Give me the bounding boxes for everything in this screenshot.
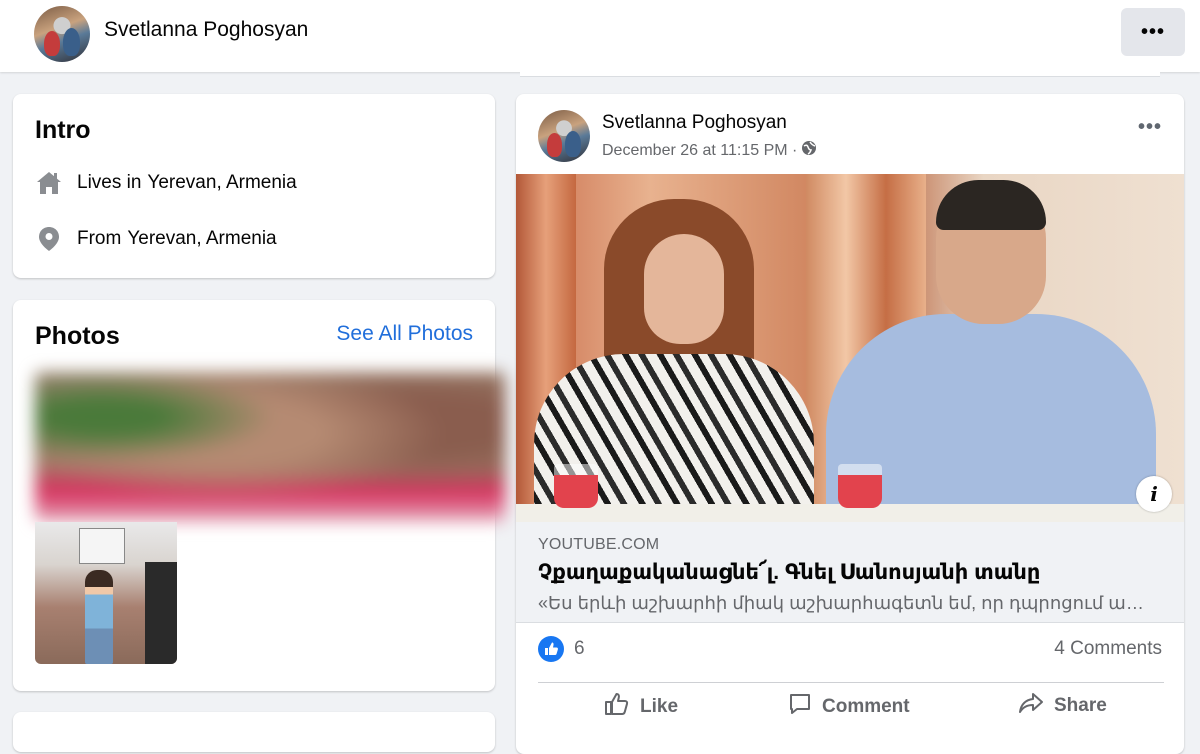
next-card: [13, 712, 495, 752]
share-button[interactable]: Share: [1018, 692, 1107, 720]
profile-name[interactable]: Svetlanna Poghosyan: [104, 18, 308, 42]
intro-from-label: From: [77, 228, 122, 249]
photos-card: Photos See All Photos: [13, 300, 505, 691]
profile-more-button[interactable]: •••: [1121, 8, 1185, 56]
intro-from-value[interactable]: Yerevan, Armenia: [127, 228, 276, 250]
comment-button[interactable]: Comment: [788, 692, 910, 722]
reaction-summary[interactable]: 6: [538, 636, 585, 662]
intro-title: Intro: [35, 116, 91, 144]
profile-avatar[interactable]: [34, 6, 90, 62]
location-pin-icon: [35, 225, 63, 253]
info-icon[interactable]: i: [1136, 476, 1172, 512]
photos-title: Photos: [35, 322, 120, 350]
link-domain: YOUTUBE.COM: [538, 536, 660, 553]
like-label: Like: [640, 696, 679, 717]
comment-bubble-icon: [788, 692, 812, 722]
like-reaction-icon: [538, 636, 564, 662]
home-icon: [35, 169, 63, 197]
intro-lives-label: Lives in: [77, 172, 142, 193]
reaction-count[interactable]: 6: [574, 638, 585, 660]
link-preview-image[interactable]: i: [516, 174, 1184, 522]
intro-from: From Yerevan, Armenia: [35, 224, 277, 254]
photo-thumbnail-blurred[interactable]: [35, 372, 505, 522]
post-more-button[interactable]: •••: [1138, 116, 1162, 139]
post-author-avatar[interactable]: [538, 110, 590, 162]
photo-thumbnail[interactable]: [35, 522, 177, 664]
feed-divider: [520, 72, 1160, 77]
comment-label: Comment: [822, 696, 910, 717]
intro-lives-value[interactable]: Yerevan, Armenia: [147, 172, 296, 194]
thumbs-up-icon: [604, 692, 630, 722]
link-description: «Ես երևի աշխարհի միակ աշխարհագետն եմ, որ…: [538, 593, 1148, 613]
link-title[interactable]: Չքաղաքականացնե՜լ. Գնել Սանոսյանի տանը: [538, 560, 1040, 585]
post-timestamp-text[interactable]: December 26 at 11:15 PM ·: [602, 142, 797, 160]
post-card: Svetlanna Poghosyan December 26 at 11:15…: [516, 94, 1184, 754]
share-arrow-icon: [1018, 692, 1044, 720]
link-preview[interactable]: YOUTUBE.COM Չքաղաքականացնե՜լ. Գնել Սանոս…: [516, 522, 1184, 623]
intro-lives-in: Lives in Yerevan, Armenia: [35, 168, 297, 198]
intro-card: Intro Lives in Yerevan, Armenia From Yer…: [13, 94, 495, 278]
like-button[interactable]: Like: [604, 692, 678, 722]
post-timestamp[interactable]: December 26 at 11:15 PM ·: [602, 140, 817, 161]
action-divider: [538, 682, 1164, 683]
see-all-photos-link[interactable]: See All Photos: [336, 322, 473, 346]
profile-header-bar: Svetlanna Poghosyan •••: [0, 0, 1200, 72]
comments-count[interactable]: 4 Comments: [1054, 638, 1162, 660]
globe-icon: [801, 140, 817, 161]
post-author-name[interactable]: Svetlanna Poghosyan: [602, 112, 787, 134]
share-label: Share: [1054, 695, 1107, 716]
